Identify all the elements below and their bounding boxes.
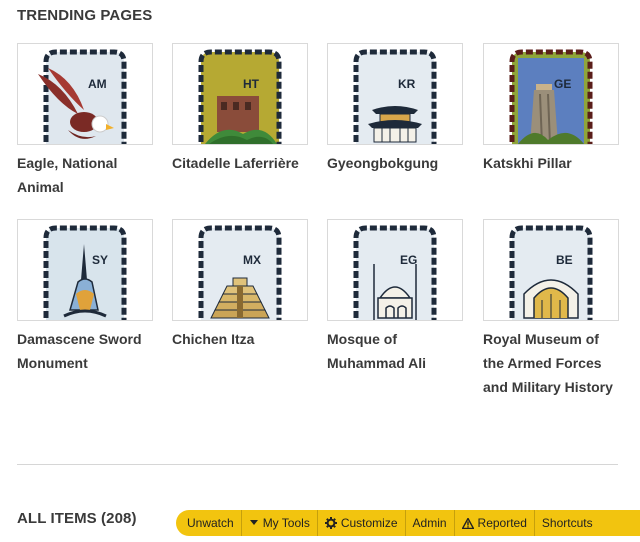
customize-button[interactable]: Customize (318, 510, 406, 536)
trending-card-chichen-itza[interactable]: MX Chichen Itza (172, 219, 308, 351)
trending-card-royal-museum[interactable]: BE Royal Museum of the Armed Forces and … (483, 219, 619, 399)
card-thumbnail[interactable]: HT (172, 43, 308, 145)
stamp-code: MX (243, 253, 261, 267)
trending-card-damascene[interactable]: SY Damascene Sword Monument (17, 219, 153, 375)
gear-icon (324, 517, 337, 529)
card-thumbnail[interactable]: AM (17, 43, 153, 145)
card-caption[interactable]: Damascene Sword Monument (17, 327, 153, 375)
my-tools-label: My Tools (262, 516, 310, 530)
card-caption[interactable]: Gyeongbokgung (327, 151, 463, 175)
customize-label: Customize (340, 516, 398, 530)
card-caption[interactable]: Katskhi Pillar (483, 151, 619, 175)
card-caption[interactable]: Mosque of Muhammad Ali (327, 327, 463, 375)
warning-icon (461, 517, 474, 529)
trending-card-mosque[interactable]: EG Mosque of Muhammad Ali (327, 219, 463, 375)
card-caption[interactable]: Royal Museum of the Armed Forces and Mil… (483, 327, 619, 399)
shortcuts-button[interactable]: Shortcuts (535, 510, 600, 536)
admin-button[interactable]: Admin (406, 510, 455, 536)
card-caption[interactable]: Citadelle Laferrière (172, 151, 308, 175)
card-caption[interactable]: Eagle, National Animal (17, 151, 153, 199)
card-thumbnail[interactable]: SY (17, 219, 153, 321)
card-thumbnail[interactable]: BE (483, 219, 619, 321)
stamp-code: BE (556, 253, 573, 267)
palace-icon (368, 106, 422, 143)
all-items-heading: ALL ITEMS (208) (17, 510, 137, 527)
trending-card-citadelle[interactable]: HT Citadelle Laferrière (172, 43, 308, 175)
stamp-code: HT (243, 77, 260, 91)
section-divider (17, 464, 618, 465)
stamp-code: GE (554, 77, 571, 91)
stamp-code: KR (398, 77, 416, 91)
stamp-code: AM (88, 77, 107, 91)
my-tools-button[interactable]: My Tools (242, 510, 318, 536)
card-caption[interactable]: Chichen Itza (172, 327, 308, 351)
stamp-code: EG (400, 253, 417, 267)
admin-label: Admin (412, 516, 447, 530)
card-thumbnail[interactable]: KR (327, 43, 463, 145)
trending-pages-heading: TRENDING PAGES (17, 7, 153, 24)
trending-card-gyeongbokgung[interactable]: KR Gyeongbokgung (327, 43, 463, 175)
unwatch-label: Unwatch (187, 516, 234, 530)
reported-label: Reported (477, 516, 527, 530)
shortcuts-label: Shortcuts (541, 516, 593, 530)
card-thumbnail[interactable]: MX (172, 219, 308, 321)
card-thumbnail[interactable]: EG (327, 219, 463, 321)
unwatch-button[interactable]: Unwatch (180, 510, 242, 536)
trending-card-katskhi[interactable]: GE Katskhi Pillar (483, 43, 619, 175)
trending-card-eagle[interactable]: AM Eagle, National Animal (17, 43, 153, 199)
caret-down-icon (249, 520, 258, 525)
reported-button[interactable]: Reported (455, 510, 535, 536)
card-thumbnail[interactable]: GE (483, 43, 619, 145)
stamp-code: SY (92, 253, 108, 267)
wiki-toolbar: Unwatch My Tools Customize Admin Reporte… (176, 510, 640, 536)
